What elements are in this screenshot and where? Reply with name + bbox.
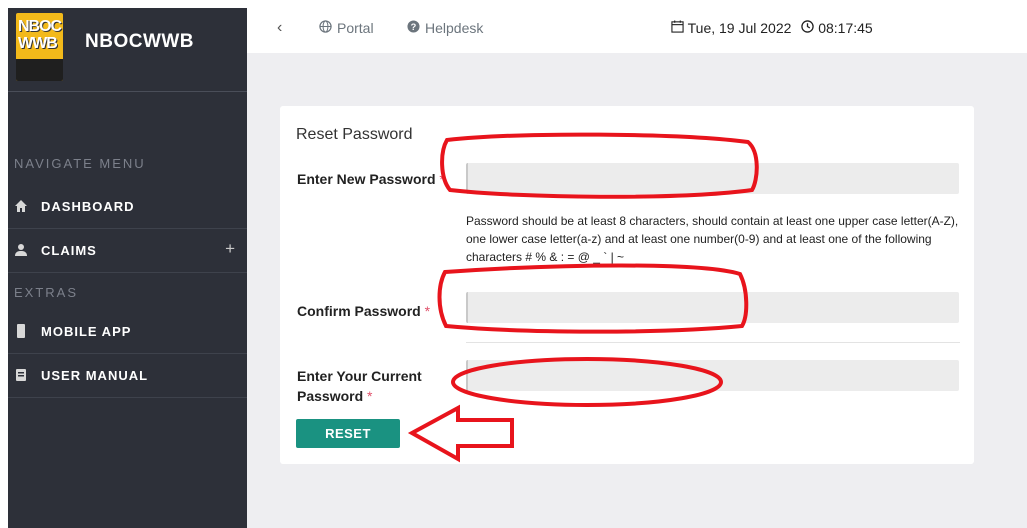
sidebar-item-label: MOBILE APP (41, 324, 132, 339)
helpdesk-label: Helpdesk (425, 20, 484, 36)
question-circle-icon: ? (407, 20, 420, 36)
sidebar-item-label: USER MANUAL (41, 368, 149, 383)
new-password-label-text: Enter New Password (297, 171, 436, 187)
sidebar-item-mobile-app[interactable]: MOBILE APP (8, 310, 247, 354)
logo[interactable]: NBOC WWB (16, 13, 63, 81)
sidebar-item-user-manual[interactable]: USER MANUAL (8, 354, 247, 398)
date-text: Tue, 19 Jul 2022 (687, 20, 792, 36)
logo-text-line2: WWB (18, 35, 58, 52)
new-password-label: Enter New Password * (297, 169, 445, 189)
book-icon (14, 368, 28, 382)
required-mark: * (367, 388, 373, 404)
mobile-icon (14, 324, 28, 338)
logo-base (16, 59, 63, 81)
required-mark: * (439, 171, 445, 187)
helpdesk-link[interactable]: ? Helpdesk (407, 20, 483, 36)
time-text: 08:17:45 (818, 20, 873, 36)
brand-name[interactable]: NBOCWWB (85, 31, 194, 53)
navigate-menu-label: NAVIGATE MENU (14, 156, 146, 171)
globe-icon (319, 20, 332, 36)
confirm-password-input[interactable] (466, 292, 959, 323)
sidebar-item-claims[interactable]: CLAIMS + (8, 229, 247, 273)
confirm-password-label-text: Confirm Password (297, 303, 421, 319)
sidebar-item-dashboard[interactable]: DASHBOARD (8, 185, 247, 229)
back-chevron-icon[interactable]: ‹ (277, 19, 282, 37)
user-icon (14, 243, 28, 257)
reset-button[interactable]: RESET (296, 419, 400, 448)
top-bar: ‹ Portal ? Helpdesk Tue, 19 Jul 2022 08:… (247, 8, 1027, 53)
current-password-label-line1: Enter Your Current (297, 368, 422, 384)
home-icon (14, 199, 28, 213)
current-password-label-line2: Password (297, 388, 364, 404)
card-title: Reset Password (296, 126, 413, 143)
divider (466, 342, 960, 343)
svg-text:?: ? (411, 22, 417, 32)
new-password-input[interactable] (466, 163, 959, 194)
reset-password-card: Reset Password Enter New Password * Pass… (280, 106, 974, 464)
expand-icon[interactable]: + (225, 239, 235, 259)
portal-label: Portal (337, 20, 374, 36)
sidebar: NBOC WWB NBOCWWB NAVIGATE MENU DASHBOARD… (8, 8, 247, 528)
current-password-label: Enter Your Current Password * (297, 366, 422, 406)
current-password-input[interactable] (466, 360, 959, 391)
calendar-icon (671, 20, 688, 36)
password-help-text: Password should be at least 8 characters… (466, 214, 959, 264)
confirm-password-label: Confirm Password * (297, 301, 430, 321)
clock-icon (801, 20, 818, 36)
datetime: Tue, 19 Jul 2022 08:17:45 (671, 20, 873, 36)
logo-text-line1: NBOC (18, 18, 62, 35)
extras-label: EXTRAS (14, 285, 79, 300)
app-frame: NBOC WWB NBOCWWB NAVIGATE MENU DASHBOARD… (8, 8, 1027, 528)
brand-header: NBOC WWB NBOCWWB (8, 8, 247, 92)
main-content: Reset Password Enter New Password * Pass… (247, 53, 1027, 528)
required-mark: * (424, 303, 431, 319)
sidebar-item-label: CLAIMS (41, 243, 97, 258)
sidebar-item-label: DASHBOARD (41, 199, 135, 214)
portal-link[interactable]: Portal (319, 20, 374, 36)
